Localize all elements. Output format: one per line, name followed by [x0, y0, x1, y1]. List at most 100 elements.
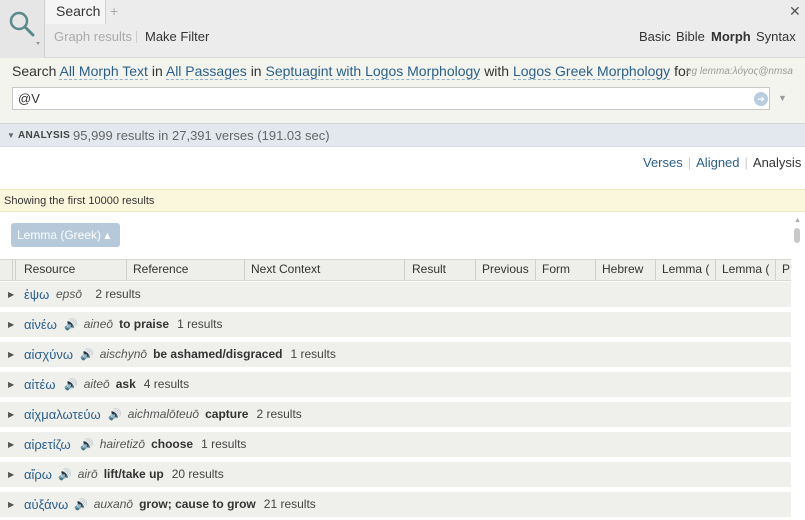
table-row[interactable]: ▶ αἴρω 🔊 airō lift/take up 20 results	[0, 462, 791, 488]
graph-results-button[interactable]: Graph results	[54, 29, 132, 44]
expand-triangle-icon[interactable]: ▶	[8, 440, 14, 449]
column-header-next-context[interactable]: Next Context	[251, 262, 401, 276]
speaker-icon[interactable]: 🔊	[74, 499, 88, 511]
scroll-up-icon[interactable]: ▲	[794, 217, 801, 224]
in-text-2: in	[250, 63, 262, 79]
expand-triangle-icon[interactable]: ▶	[8, 500, 14, 509]
go-arrow-icon[interactable]: ➔	[754, 92, 768, 106]
transliteration: aichmalōteuō	[127, 407, 200, 421]
expand-triangle-icon[interactable]: ▶	[8, 380, 14, 389]
speaker-icon[interactable]: 🔊	[64, 319, 78, 331]
add-tab-icon[interactable]: +	[110, 3, 124, 19]
expand-triangle-icon[interactable]: ▶	[8, 350, 14, 359]
table-row[interactable]: ▶ ἐψω epsō 2 results	[0, 282, 791, 308]
lemma-greek[interactable]: αὐξάνω	[24, 497, 68, 512]
mode-bible[interactable]: Bible	[676, 29, 705, 44]
tab-search[interactable]: Search	[46, 0, 106, 24]
speaker-icon[interactable]: 🔊	[58, 469, 72, 481]
gloss: be ashamed/disgraced	[153, 347, 283, 361]
tab-divider: |	[687, 155, 692, 170]
chevron-down-icon[interactable]: ▼	[778, 93, 787, 103]
analysis-label: ANALYSIS	[18, 130, 71, 141]
close-icon[interactable]: ✕	[789, 3, 803, 19]
resource-link[interactable]: Septuagint with Logos Morphology	[265, 63, 481, 80]
mode-syntax[interactable]: Syntax	[756, 29, 796, 44]
result-count: 21 results	[263, 497, 316, 511]
transliteration: aischynō	[99, 347, 148, 361]
lemma-greek[interactable]: αἰνέω	[24, 317, 57, 332]
result-count: 1 results	[290, 347, 336, 361]
make-filter-button[interactable]: Make Filter	[145, 29, 209, 44]
mode-morph[interactable]: Morph	[711, 29, 751, 44]
column-header-reference[interactable]: Reference	[133, 262, 241, 276]
view-tabs: Verses | Aligned | Analysis	[643, 155, 801, 170]
gloss: to praise	[119, 317, 170, 331]
transliteration: airō	[77, 467, 98, 481]
column-divider	[595, 260, 596, 280]
column-divider	[655, 260, 656, 280]
transliteration: epsō	[56, 287, 83, 301]
search-scope-line: Search All Morph Text in All Passages in…	[12, 63, 690, 80]
lemma-greek[interactable]: αἰσχύνω	[24, 347, 73, 362]
column-header-resource[interactable]: Resource	[24, 262, 124, 276]
gloss: lift/take up	[103, 467, 164, 481]
scope-link[interactable]: All Morph Text	[59, 63, 148, 80]
transliteration: aiteō	[83, 377, 110, 391]
expand-triangle-icon[interactable]: ▶	[8, 320, 14, 329]
tab-divider: |	[744, 155, 748, 170]
table-row[interactable]: ▶ αἰνέω 🔊 aineō to praise 1 results	[0, 312, 791, 338]
table-row[interactable]: ▶ αἱρετίζω 🔊 hairetizō choose 1 results	[0, 432, 791, 458]
row-details: 🔊 aichmalōteuō capture 2 results	[108, 407, 302, 421]
lemma-greek[interactable]: αἱρετίζω	[24, 437, 71, 452]
lemma-greek[interactable]: αἴρω	[24, 467, 52, 482]
result-count: 1 results	[201, 437, 247, 451]
in-text: in	[151, 63, 163, 79]
column-divider	[12, 260, 13, 280]
speaker-icon[interactable]: 🔊	[80, 349, 94, 361]
search-input[interactable]	[12, 87, 770, 110]
magnifier-icon	[9, 11, 40, 45]
tab-analysis[interactable]: Analysis	[753, 155, 801, 170]
speaker-icon[interactable]: 🔊	[80, 439, 94, 451]
column-header-lemma-1[interactable]: Lemma (	[662, 262, 714, 276]
table-row[interactable]: ▶ αἰχμαλωτεύω 🔊 aichmalōteuō capture 2 resu…	[0, 402, 791, 428]
transliteration: hairetizō	[99, 437, 146, 451]
tab-aligned[interactable]: Aligned	[696, 155, 739, 170]
table-row[interactable]: ▶ αὐξάνω 🔊 auxanō grow; cause to grow 21 re…	[0, 492, 791, 518]
column-header-hebrew[interactable]: Hebrew	[602, 262, 654, 276]
search-panel-button[interactable]	[0, 0, 45, 58]
row-details: 🔊 airō lift/take up 20 results	[58, 467, 224, 481]
tab-verses[interactable]: Verses	[643, 155, 683, 170]
passages-link[interactable]: All Passages	[165, 63, 247, 80]
column-divider	[475, 260, 476, 280]
mode-basic[interactable]: Basic	[639, 29, 671, 44]
table-row[interactable]: ▶ αἰτέω 🔊 aiteō ask 4 results	[0, 372, 791, 398]
result-count: 20 results	[171, 467, 224, 481]
table-row[interactable]: ▶ αἰσχύνω 🔊 aischynō be ashamed/disgraced 1…	[0, 342, 791, 368]
column-divider	[15, 260, 16, 280]
group-by-lemma-button[interactable]: Lemma (Greek) ▴	[11, 223, 120, 247]
column-header-result[interactable]: Result	[412, 262, 474, 276]
column-divider	[244, 260, 245, 280]
result-count: 2 results	[256, 407, 302, 421]
speaker-icon[interactable]: 🔊	[64, 379, 78, 391]
lemma-greek[interactable]: αἰτέω	[24, 377, 55, 392]
lemma-greek[interactable]: ἐψω	[24, 287, 49, 302]
speaker-icon[interactable]: 🔊	[108, 409, 122, 421]
lemma-greek[interactable]: αἰχμαλωτεύω	[24, 407, 101, 422]
expand-triangle-icon[interactable]: ▶	[8, 290, 14, 299]
column-header-form[interactable]: Form	[542, 262, 592, 276]
scrollbar-thumb[interactable]	[794, 228, 800, 243]
transliteration: aineō	[83, 317, 114, 331]
row-details: 🔊 aineō to praise 1 results	[64, 317, 222, 331]
column-header-lemma-2[interactable]: Lemma (	[722, 262, 774, 276]
row-details: 🔊 aiteō ask 4 results	[64, 377, 189, 391]
collapse-triangle-icon[interactable]: ▼	[7, 131, 15, 140]
gloss: ask	[115, 377, 136, 391]
morphology-link[interactable]: Logos Greek Morphology	[512, 63, 671, 80]
expand-triangle-icon[interactable]: ▶	[8, 470, 14, 479]
column-divider	[715, 260, 716, 280]
column-header-p[interactable]: P	[782, 262, 791, 276]
expand-triangle-icon[interactable]: ▶	[8, 410, 14, 419]
column-header-previous[interactable]: Previous	[482, 262, 534, 276]
